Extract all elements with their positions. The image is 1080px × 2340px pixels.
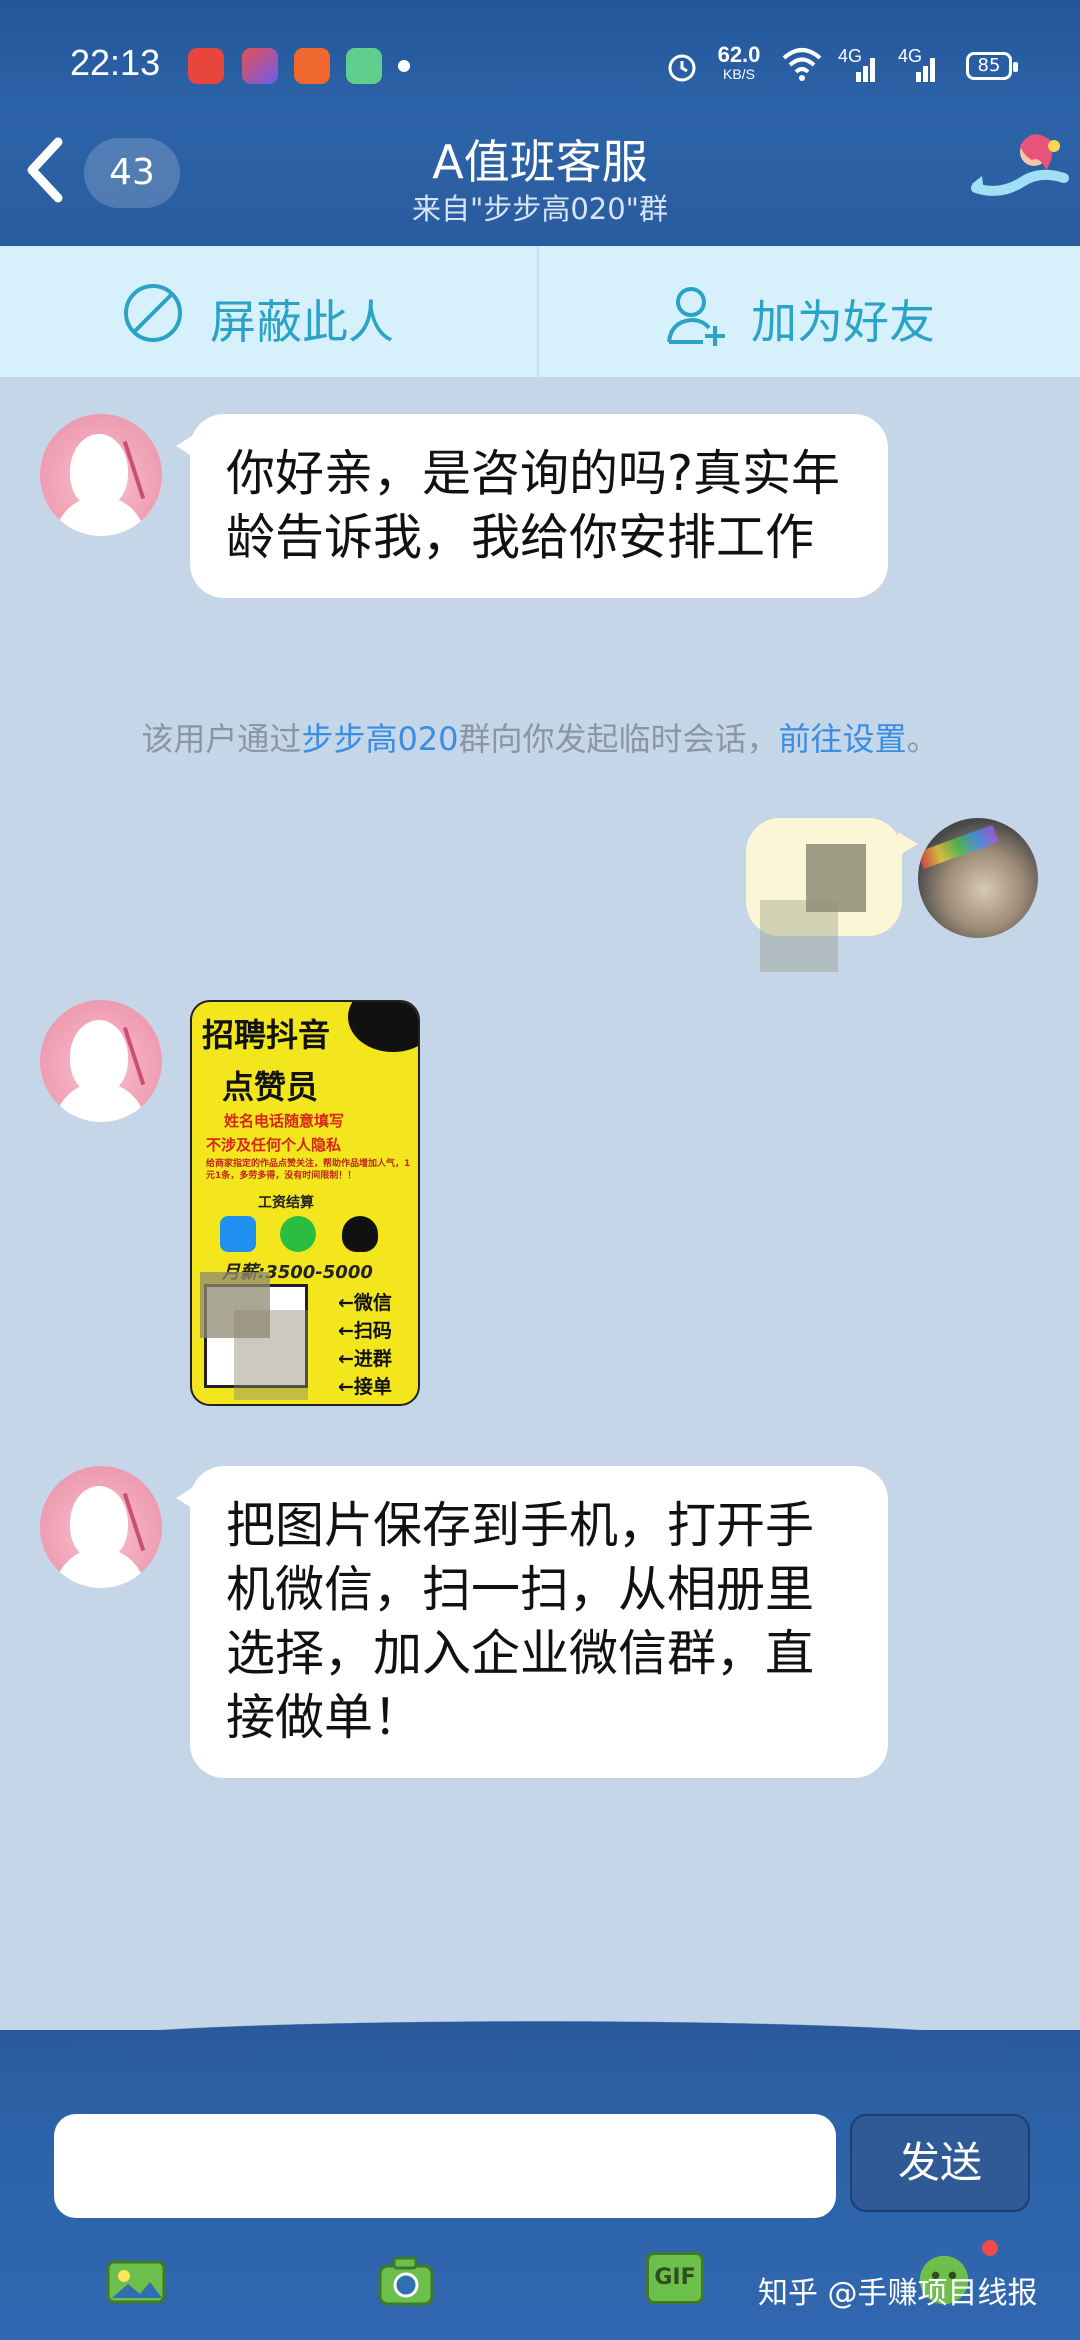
status-time: 22:13 bbox=[70, 42, 161, 83]
chat-subtitle: 来自"步步高020"群 bbox=[411, 192, 669, 226]
chat-title: A值班客服 bbox=[432, 135, 648, 189]
signal-icon bbox=[856, 58, 875, 82]
title-bar: 22:13 62.0 KB/S 4G 4G 85 43 A值班客服 来自"步步高… bbox=[0, 0, 1080, 246]
net-speed-value: 62.0 bbox=[717, 42, 761, 67]
stranger-action-bar: 屏蔽此人 加为好友 bbox=[0, 246, 1080, 378]
poster-red-text: 不涉及任何个人隐私 bbox=[206, 1136, 342, 1154]
add-friend-label: 加为好友 bbox=[751, 295, 935, 349]
image-picker-icon[interactable] bbox=[106, 2252, 166, 2308]
alarm-icon bbox=[668, 54, 696, 82]
contact-avatar[interactable] bbox=[40, 1000, 162, 1122]
app-notification-icon bbox=[294, 48, 330, 84]
wechat-icon bbox=[280, 1216, 316, 1252]
poster-step: ←接单 bbox=[338, 1376, 392, 1398]
new-indicator-dot bbox=[982, 2240, 998, 2256]
app-notification-icon bbox=[242, 48, 278, 84]
message-bubble[interactable]: 把图片保存到手机，打开手机微信，扫一扫，从相册里选择，加入企业微信群，直接做单！ bbox=[176, 1466, 888, 1778]
poster-corner-decoration bbox=[348, 1002, 418, 1052]
watermark: 知乎 @手赚项目线报 bbox=[758, 2276, 1038, 2311]
camera-icon[interactable] bbox=[376, 2252, 436, 2308]
temporary-session-notice: 该用户通过步步高020群向你发起临时会话，前往设置。 bbox=[0, 714, 1080, 760]
poster-pay-label: 工资结算 bbox=[258, 1195, 314, 1211]
poster-description: 给商家指定的作品点赞关注，帮助作品增加人气，1元1条，多劳多得，没有时间限制！！ bbox=[206, 1159, 411, 1181]
block-user-label: 屏蔽此人 bbox=[210, 295, 394, 349]
net-speed-unit: KB/S bbox=[723, 66, 755, 82]
notice-text: 群向你发起临时会话， bbox=[458, 720, 779, 758]
censor-mosaic bbox=[760, 900, 838, 972]
contact-avatar[interactable] bbox=[40, 1466, 162, 1588]
send-button[interactable]: 发送 bbox=[850, 2114, 1030, 2212]
my-avatar[interactable] bbox=[918, 818, 1038, 938]
poster-step: ←微信 bbox=[338, 1292, 392, 1314]
group-link[interactable]: 步步高020 bbox=[301, 720, 458, 758]
poster-headline: 招聘抖音 bbox=[202, 1016, 331, 1054]
notice-text: 该用户通过 bbox=[141, 720, 302, 758]
gif-label: GIF bbox=[654, 2265, 696, 2290]
message-input[interactable] bbox=[54, 2114, 836, 2218]
settings-link[interactable]: 前往设置 bbox=[779, 720, 907, 758]
block-icon bbox=[124, 284, 182, 342]
wifi-icon bbox=[782, 48, 822, 81]
poster-red-text: 姓名电话随意填写 bbox=[224, 1112, 345, 1130]
gif-button[interactable]: GIF bbox=[646, 2252, 704, 2304]
alipay-icon bbox=[220, 1216, 256, 1252]
net-speed: 62.0 KB/S bbox=[712, 42, 766, 83]
more-notifications-icon bbox=[398, 60, 410, 72]
app-notification-icon bbox=[188, 48, 224, 84]
add-friend-icon bbox=[667, 287, 725, 346]
poster-step: ←进群 bbox=[338, 1348, 392, 1370]
signal-icon bbox=[916, 58, 935, 82]
status-bar: 22:13 62.0 KB/S 4G 4G 85 bbox=[0, 0, 1080, 130]
message-bubble[interactable]: 你好亲，是咨询的吗?真实年龄告诉我，我给你安排工作 bbox=[176, 414, 888, 598]
notice-text: 。 bbox=[906, 720, 939, 758]
app-notification-icon bbox=[346, 48, 382, 84]
qq-icon bbox=[342, 1216, 378, 1252]
add-friend-button[interactable]: 加为好友 bbox=[541, 246, 1080, 378]
battery-icon: 85 bbox=[966, 52, 1018, 80]
poster-step: ←扫码 bbox=[338, 1320, 392, 1342]
poster-headline: 点赞员 bbox=[222, 1068, 319, 1106]
censor-mosaic bbox=[234, 1310, 308, 1400]
block-user-button[interactable]: 屏蔽此人 bbox=[0, 246, 539, 378]
mermaid-decoration-icon[interactable] bbox=[970, 126, 1074, 208]
contact-avatar[interactable] bbox=[40, 414, 162, 536]
